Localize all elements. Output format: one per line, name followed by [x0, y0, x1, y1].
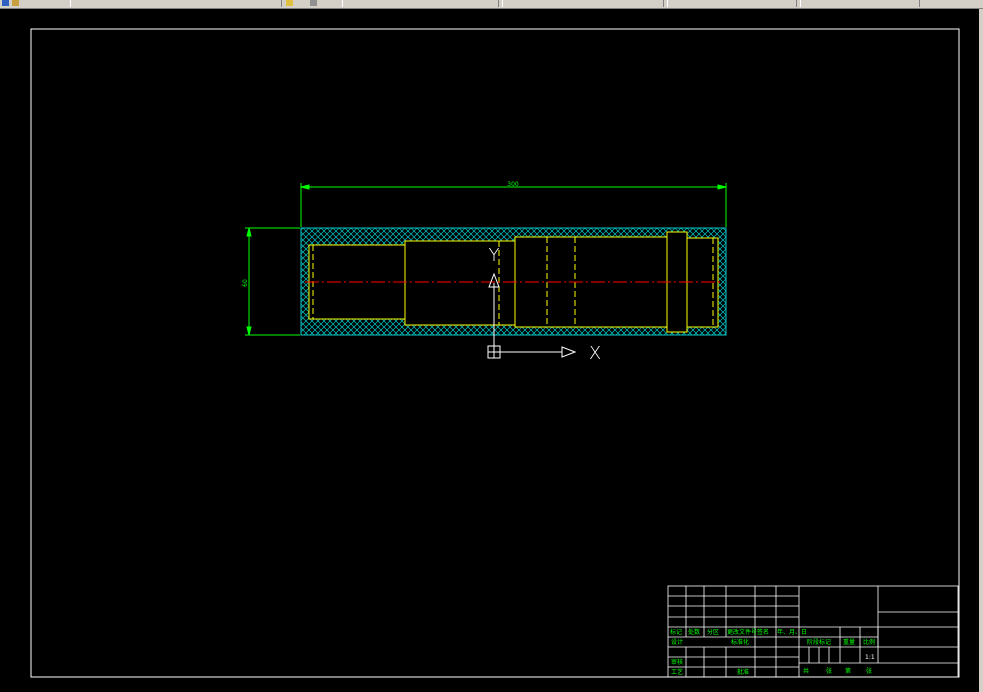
- dimension-height-text: 60: [242, 279, 249, 287]
- tb-standardize-label: 标准化: [731, 638, 749, 646]
- tb-header-mark: 标记: [670, 628, 682, 636]
- toolbar-plotstyle-dropdown[interactable]: [800, 0, 920, 7]
- tb-approve-label: 批准: [737, 668, 749, 676]
- tb-header-count: 处数: [688, 628, 700, 636]
- tb-header-zone: 分区: [707, 628, 719, 636]
- app-icon[interactable]: [2, 0, 9, 6]
- ucs-x-label: X: [589, 343, 601, 364]
- layer-state-icon[interactable]: [286, 0, 293, 6]
- cad-toolbar-strip: [0, 0, 983, 9]
- shaft-section: [300, 227, 727, 336]
- tb-design-label: 设计: [671, 638, 683, 646]
- toolbar-layer-dropdown[interactable]: [70, 0, 282, 7]
- tb-sheets-label: 张: [826, 667, 832, 675]
- tb-scale-label: 比例: [863, 638, 875, 646]
- tb-header-change-doc: 更改文件号: [727, 628, 757, 636]
- tb-header-signature: 签名: [757, 628, 769, 636]
- dimension-length: 300: [300, 181, 727, 227]
- toolbar-lineweight-dropdown[interactable]: [667, 0, 797, 7]
- tb-sheet-no-label: 第: [845, 667, 851, 675]
- tb-check-label: 审核: [671, 658, 683, 666]
- drawing-canvas[interactable]: 300 60 Y X 标记 处数 分区 更改文件号 签名 年、月、日 设计 标准…: [0, 9, 979, 692]
- ucs-y-label: Y: [489, 245, 500, 266]
- toolbar-color-dropdown[interactable]: [342, 0, 499, 7]
- open-icon[interactable]: [12, 0, 19, 6]
- tb-stage-label: 阶段标记: [807, 638, 831, 646]
- tb-scale-value: 1:1: [865, 654, 875, 661]
- vertical-scrollbar[interactable]: [979, 9, 983, 692]
- layer-prev-icon[interactable]: [310, 0, 317, 6]
- tb-process-label: 工艺: [671, 668, 683, 676]
- toolbar-linetype-dropdown[interactable]: [502, 0, 664, 7]
- tb-header-date: 年、月、日: [777, 628, 807, 636]
- dimension-height: 60: [242, 227, 300, 336]
- tb-sheets-total-label: 共: [803, 667, 809, 675]
- tb-weight-label: 重量: [843, 638, 855, 646]
- sheet-frame: [30, 28, 960, 678]
- tb-sheet-no-suffix: 张: [866, 667, 872, 675]
- dimension-length-text: 300: [507, 181, 519, 188]
